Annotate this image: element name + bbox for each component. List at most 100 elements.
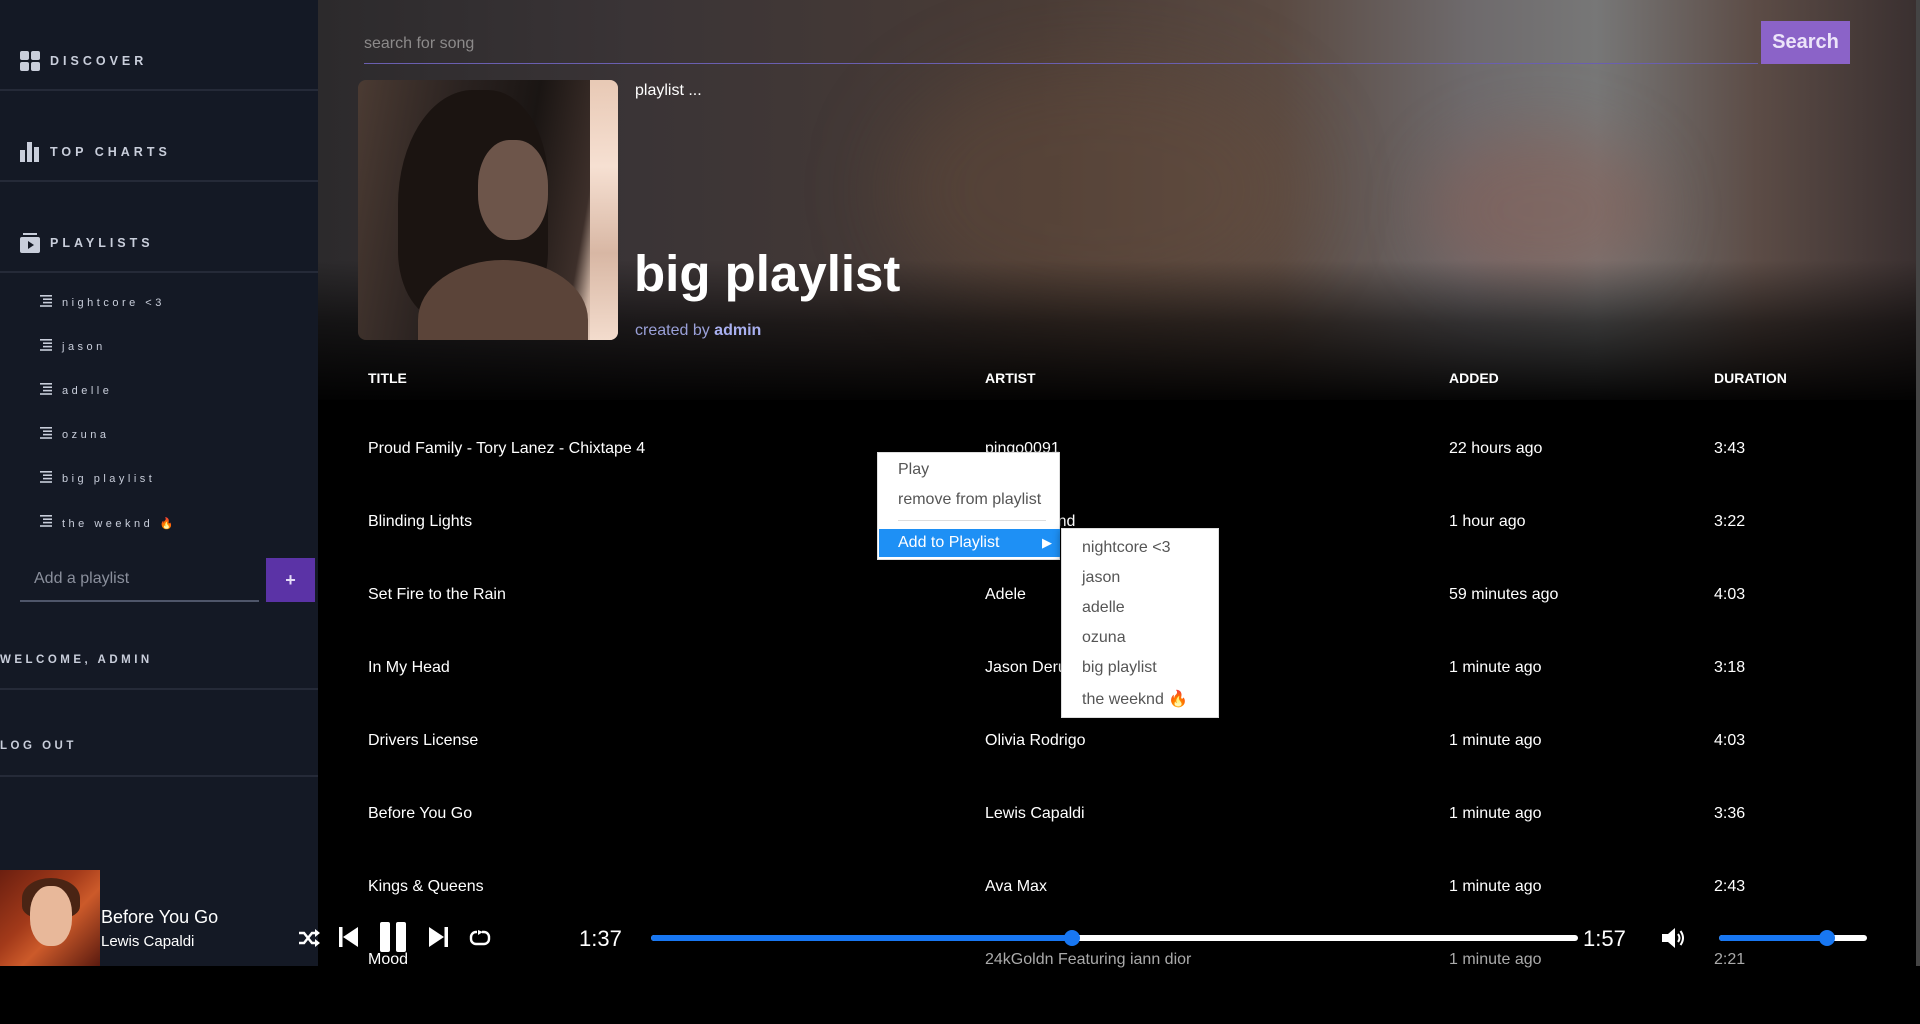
- song-title: Set Fire to the Rain: [368, 586, 506, 603]
- song-title: Drivers License: [368, 732, 479, 749]
- song-added: 1 hour ago: [1449, 513, 1526, 530]
- column-header-duration[interactable]: DURATION: [1714, 370, 1787, 386]
- previous-icon[interactable]: [339, 926, 359, 953]
- nav-playlists-label: PLAYLISTS: [50, 236, 154, 250]
- now-playing-title: Before You Go: [101, 907, 219, 927]
- sidebar-playlist-item[interactable]: jason: [0, 325, 318, 369]
- cover-mirror: [590, 80, 618, 340]
- context-menu-add-to-playlist[interactable]: Add to Playlist ▶: [879, 529, 1060, 557]
- submenu-playlist-item[interactable]: nightcore <3: [1082, 539, 1171, 557]
- column-header-added[interactable]: ADDED: [1449, 370, 1499, 386]
- song-artist: Lewis Capaldi: [985, 805, 1085, 822]
- submenu-playlist-item[interactable]: big playlist: [1082, 659, 1157, 677]
- song-added: 1 minute ago: [1449, 732, 1542, 749]
- sidebar-playlist-label: big playlist: [62, 473, 156, 485]
- now-playing-album-art: [0, 870, 100, 966]
- pause-icon[interactable]: [379, 922, 407, 957]
- nav-discover-label: DISCOVER: [50, 54, 148, 68]
- add-playlist-button[interactable]: +: [266, 558, 315, 602]
- next-icon[interactable]: [428, 926, 448, 953]
- seek-bar-handle[interactable]: [1063, 930, 1080, 946]
- table-row[interactable]: Before You Go Lewis Capaldi 1 minute ago…: [318, 805, 1916, 878]
- song-duration: 4:03: [1714, 586, 1746, 603]
- submenu-playlist-item[interactable]: jason: [1082, 569, 1120, 587]
- elapsed-time: 1:37: [579, 926, 622, 951]
- shuffle-icon[interactable]: [298, 928, 320, 953]
- list-icon: [40, 514, 52, 532]
- logout-label: LOG OUT: [0, 740, 77, 752]
- playlist-type-label[interactable]: playlist ...: [635, 82, 702, 100]
- list-icon: [40, 426, 52, 444]
- submenu-playlist-item[interactable]: adelle: [1082, 599, 1125, 617]
- song-duration: 3:36: [1714, 805, 1746, 822]
- add-to-playlist-submenu: nightcore <3 jason adelle ozuna big play…: [1061, 528, 1219, 718]
- playlist-title: big playlist: [634, 245, 901, 302]
- art-figure: [30, 886, 72, 946]
- creator-name: admin: [714, 322, 762, 339]
- sidebar-playlist-item[interactable]: the weeknd 🔥: [0, 501, 318, 545]
- repeat-icon[interactable]: [469, 930, 491, 951]
- seek-bar-fill: [651, 935, 1072, 941]
- context-menu-remove[interactable]: remove from playlist: [878, 491, 1059, 509]
- submenu-playlist-item[interactable]: the weeknd 🔥: [1082, 689, 1188, 709]
- list-icon: [40, 382, 52, 400]
- search-button[interactable]: Search: [1761, 21, 1850, 64]
- song-duration: 3:22: [1714, 513, 1746, 530]
- logout-button[interactable]: LOG OUT: [0, 715, 318, 777]
- created-by-prefix: created by: [635, 322, 710, 339]
- list-icon: [40, 470, 52, 488]
- volume-slider[interactable]: [1719, 930, 1867, 946]
- background-blur: [1428, 130, 1658, 290]
- sidebar-playlist-label: nightcore <3: [62, 297, 165, 309]
- add-playlist-row: +: [20, 558, 315, 602]
- seek-bar[interactable]: [651, 930, 1578, 946]
- column-header-artist[interactable]: ARTIST: [985, 370, 1036, 386]
- song-added: 1 minute ago: [1449, 659, 1542, 676]
- nav-playlists[interactable]: PLAYLISTS: [0, 182, 318, 273]
- volume-slider-fill: [1719, 935, 1828, 941]
- volume-icon[interactable]: [1662, 928, 1686, 953]
- nav-discover[interactable]: DISCOVER: [0, 0, 318, 91]
- sidebar-playlist-item[interactable]: big playlist: [0, 457, 318, 501]
- song-title: Before You Go: [368, 805, 473, 822]
- table-row[interactable]: Proud Family - Tory Lanez - Chixtape 4 p…: [318, 440, 1916, 513]
- song-title: In My Head: [368, 659, 450, 676]
- sidebar-playlist-label: jason: [62, 341, 106, 353]
- song-title: Blinding Lights: [368, 513, 473, 530]
- sidebar-playlist-label: ozuna: [62, 429, 110, 441]
- search-input[interactable]: [364, 24, 1758, 64]
- song-title: Proud Family - Tory Lanez - Chixtape 4: [368, 440, 646, 457]
- sidebar-playlist-item[interactable]: adelle: [0, 369, 318, 413]
- nav-top-charts-label: TOP CHARTS: [50, 145, 171, 159]
- bar-chart-icon: [20, 142, 40, 162]
- sidebar-playlist-item[interactable]: ozuna: [0, 413, 318, 457]
- volume-slider-handle[interactable]: [1819, 930, 1836, 946]
- playlist-cover-image: [358, 80, 618, 340]
- welcome-section: WELCOME, ADMIN: [0, 628, 318, 690]
- context-menu-play[interactable]: Play: [878, 461, 1059, 479]
- playlist-list: nightcore <3 jason adelle ozuna big play…: [0, 273, 318, 545]
- sidebar-playlist-label: adelle: [62, 385, 113, 397]
- player-bar: Before You Go Lewis Capaldi 1:37 1:57: [0, 870, 1920, 966]
- total-time: 1:57: [1583, 926, 1626, 951]
- cover-figure: [478, 140, 548, 240]
- playlist-creator: created by admin: [635, 322, 761, 340]
- sidebar: DISCOVER TOP CHARTS PLAYLISTS nightcore …: [0, 0, 318, 966]
- column-header-title[interactable]: TITLE: [368, 370, 407, 386]
- scrollbar[interactable]: [1916, 0, 1920, 966]
- submenu-playlist-item[interactable]: ozuna: [1082, 629, 1126, 647]
- song-artist: Adele: [985, 586, 1026, 603]
- song-duration: 3:18: [1714, 659, 1746, 676]
- welcome-text: WELCOME, ADMIN: [0, 654, 153, 666]
- add-playlist-input[interactable]: [20, 558, 259, 602]
- add-to-playlist-label: Add to Playlist: [898, 534, 1000, 551]
- background-blur: [888, 60, 1308, 320]
- sidebar-playlist-item[interactable]: nightcore <3: [0, 281, 318, 325]
- list-icon: [40, 338, 52, 356]
- song-added: 22 hours ago: [1449, 440, 1543, 457]
- nav-top-charts[interactable]: TOP CHARTS: [0, 91, 318, 182]
- list-icon: [40, 294, 52, 312]
- table-row[interactable]: Drivers License Olivia Rodrigo 1 minute …: [318, 732, 1916, 805]
- context-menu-divider: [898, 520, 1046, 521]
- sidebar-playlist-label: the weeknd 🔥: [62, 517, 178, 530]
